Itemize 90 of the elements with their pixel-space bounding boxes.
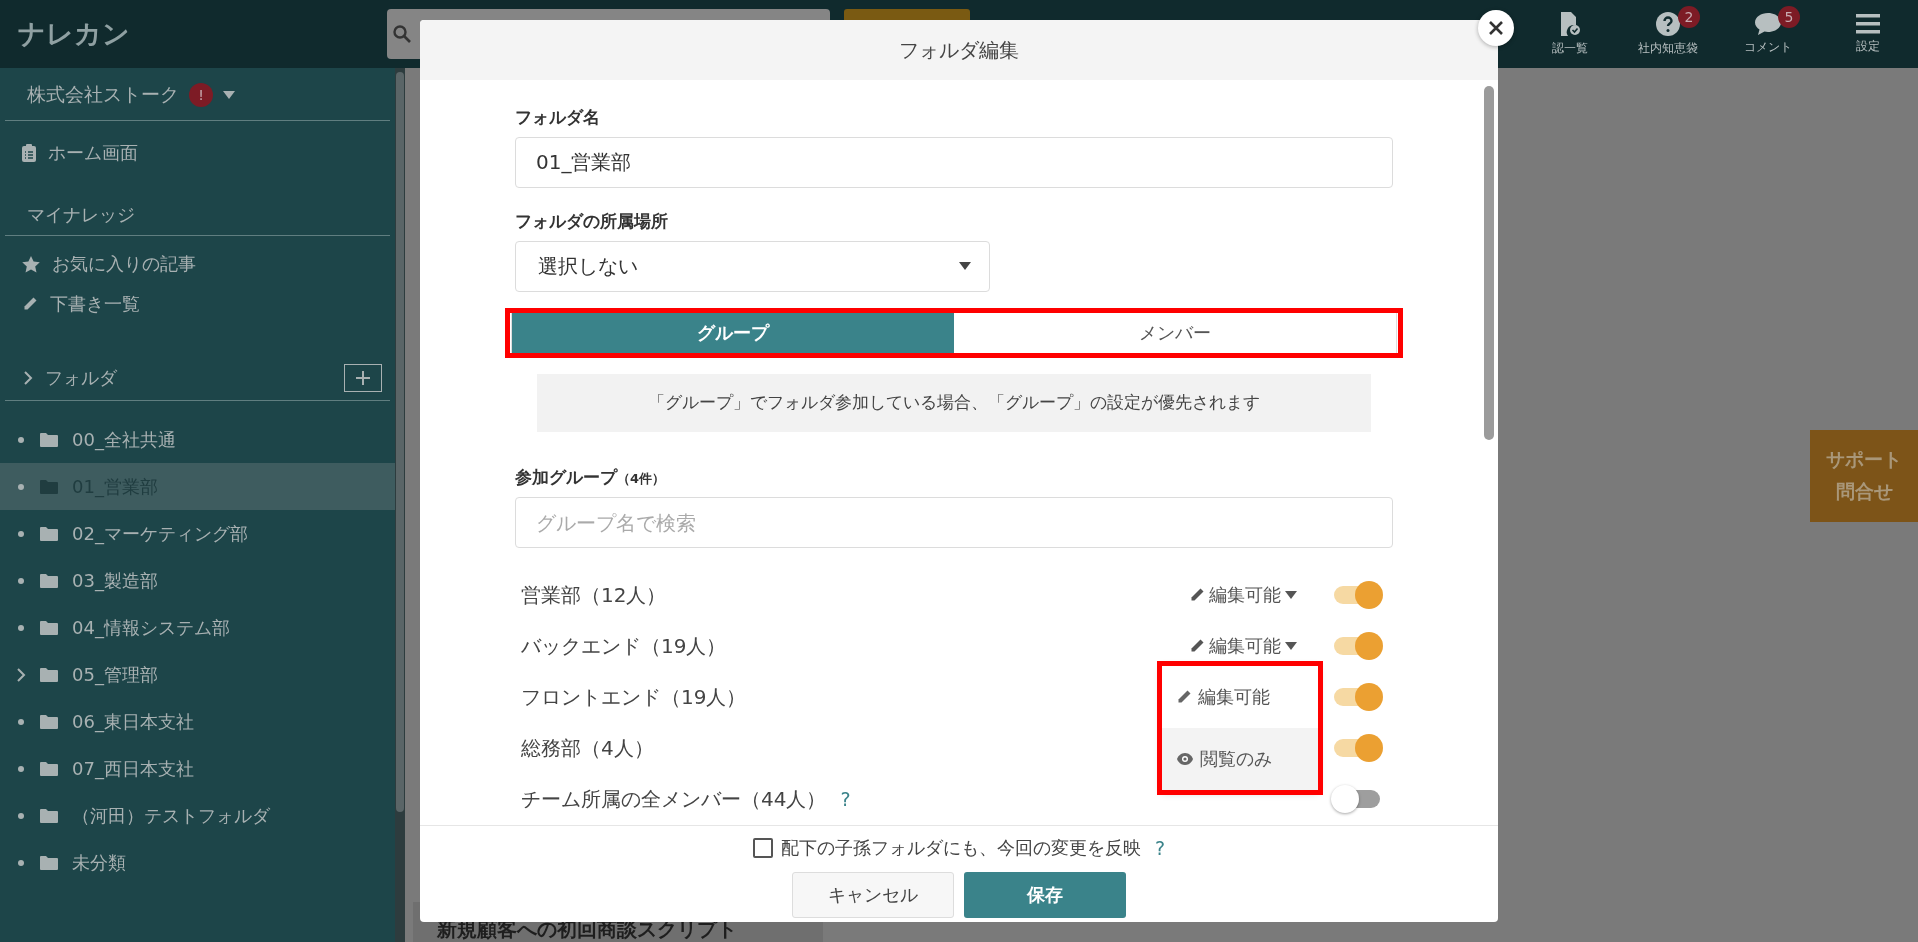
folder-item[interactable]: 05_管理部 xyxy=(0,651,395,698)
pencil-icon xyxy=(22,296,38,312)
scrollbar[interactable] xyxy=(1484,86,1494,440)
folder-icon xyxy=(40,808,58,823)
menu-item[interactable]: 閲覧のみ xyxy=(1162,728,1318,790)
close-icon xyxy=(1488,20,1504,36)
folder-icon xyxy=(40,573,58,588)
menu-icon xyxy=(1856,13,1880,34)
dialog-title: フォルダ編集 xyxy=(899,36,1019,64)
group-name: 総務部（4人） xyxy=(521,735,654,762)
help-link[interactable]: ? xyxy=(1154,837,1166,859)
checkbox[interactable] xyxy=(752,838,773,858)
bullet-icon xyxy=(18,812,24,819)
folder-icon xyxy=(40,479,58,494)
pencil-icon xyxy=(1189,638,1205,655)
search-icon xyxy=(393,25,411,43)
nav-button[interactable]: 設定 xyxy=(1818,0,1918,68)
folder-item[interactable]: 00_全社共通 xyxy=(0,416,395,463)
group-name: バックエンド（19人） xyxy=(521,633,727,660)
document-check-icon xyxy=(1559,11,1581,36)
bullet-icon xyxy=(18,436,24,443)
folder-item[interactable]: （河田）テストフォルダ xyxy=(0,792,395,839)
folder-icon xyxy=(40,855,58,870)
chevron-icon xyxy=(16,667,26,682)
caret-icon xyxy=(223,91,235,99)
caret-icon xyxy=(1285,642,1297,651)
group-name: フロントエンド（19人） xyxy=(521,684,747,711)
permission-dropdown[interactable]: 編集可能 xyxy=(1183,633,1303,660)
folder-item[interactable]: 02_マーケティング部 xyxy=(0,510,395,557)
group-count: （4件） xyxy=(617,471,666,489)
location-select[interactable]: 選択しない xyxy=(515,240,990,292)
count-badge: 2 xyxy=(1678,6,1700,28)
company-name[interactable]: 株式会社ストーク xyxy=(27,82,179,108)
chevron-icon xyxy=(23,371,33,385)
folder-item[interactable]: 04_情報システム部 xyxy=(0,604,395,651)
bullet-icon xyxy=(18,718,24,725)
folder-item[interactable]: 06_東日本支社 xyxy=(0,698,395,745)
cancel-button[interactable]: キャンセル xyxy=(792,872,954,918)
save-button[interactable]: 保存 xyxy=(964,872,1126,918)
alert-badge: ! xyxy=(189,83,213,107)
field-label: フォルダの所属場所 xyxy=(515,209,669,233)
caret-icon xyxy=(959,262,971,271)
field-label: フォルダ名 xyxy=(515,106,601,129)
group-name: チーム所属の全メンバー（44人） xyxy=(521,786,827,813)
help-link[interactable]: ? xyxy=(840,788,851,811)
sidebar-item[interactable]: 下書き一覧 xyxy=(50,292,140,316)
folder-icon xyxy=(40,620,58,635)
group-search-field[interactable]: グループ名で検索 xyxy=(515,497,1393,548)
bullet-icon xyxy=(18,530,24,537)
bullet-icon xyxy=(18,859,24,866)
tab[interactable]: グループ xyxy=(512,312,954,353)
section-heading[interactable]: フォルダ xyxy=(45,366,117,390)
scrollbar[interactable] xyxy=(396,72,404,812)
question-icon xyxy=(1656,11,1680,36)
bullet-icon xyxy=(18,765,24,772)
menu-item[interactable]: 編集可能 xyxy=(1162,666,1318,728)
group-name: 営業部（12人） xyxy=(521,582,667,609)
folder-name-field[interactable]: 01_営業部 xyxy=(515,137,1393,188)
folder-icon xyxy=(40,667,58,682)
permission-dropdown[interactable]: 編集可能 xyxy=(1183,582,1303,609)
sidebar-item[interactable]: お気に入りの記事 xyxy=(52,252,196,276)
bullet-icon xyxy=(18,624,24,631)
pencil-icon xyxy=(1176,689,1192,705)
chat-bubble-icon xyxy=(1755,12,1781,35)
folder-icon xyxy=(40,432,58,447)
folder-item[interactable]: 03_製造部 xyxy=(0,557,395,604)
folder-icon xyxy=(40,761,58,776)
count-badge: 5 xyxy=(1778,6,1800,28)
star-icon xyxy=(22,255,40,273)
sidebar-item[interactable]: ホーム画面 xyxy=(48,141,138,165)
field-label: 参加グループ xyxy=(515,466,617,490)
app-logo: ナレカン xyxy=(17,17,131,51)
nav-button[interactable]: 社内知恵袋 2 xyxy=(1618,0,1718,68)
plus-icon xyxy=(355,370,371,386)
bullet-icon xyxy=(18,483,24,490)
nav-button[interactable]: コメント 5 xyxy=(1718,0,1818,68)
folder-icon xyxy=(40,526,58,541)
bullet-icon xyxy=(18,577,24,584)
pencil-icon xyxy=(1189,587,1205,604)
caret-icon xyxy=(1285,591,1297,600)
add-button[interactable] xyxy=(344,364,382,392)
eye-icon xyxy=(1176,752,1194,766)
clipboard-icon xyxy=(22,144,36,162)
folder-item[interactable]: 07_西日本支社 xyxy=(0,745,395,792)
nav-button[interactable]: 認一覧 xyxy=(1530,0,1610,68)
section-heading: マイナレッジ xyxy=(27,204,135,225)
folder-icon xyxy=(40,714,58,729)
folder-item[interactable]: 未分類 xyxy=(0,839,395,886)
checkbox-label[interactable]: 配下の子孫フォルダにも、今回の変更を反映 xyxy=(780,836,1141,860)
notice-banner: 「グループ」でフォルダ参加している場合、「グループ」の設定が優先されます xyxy=(537,373,1371,433)
